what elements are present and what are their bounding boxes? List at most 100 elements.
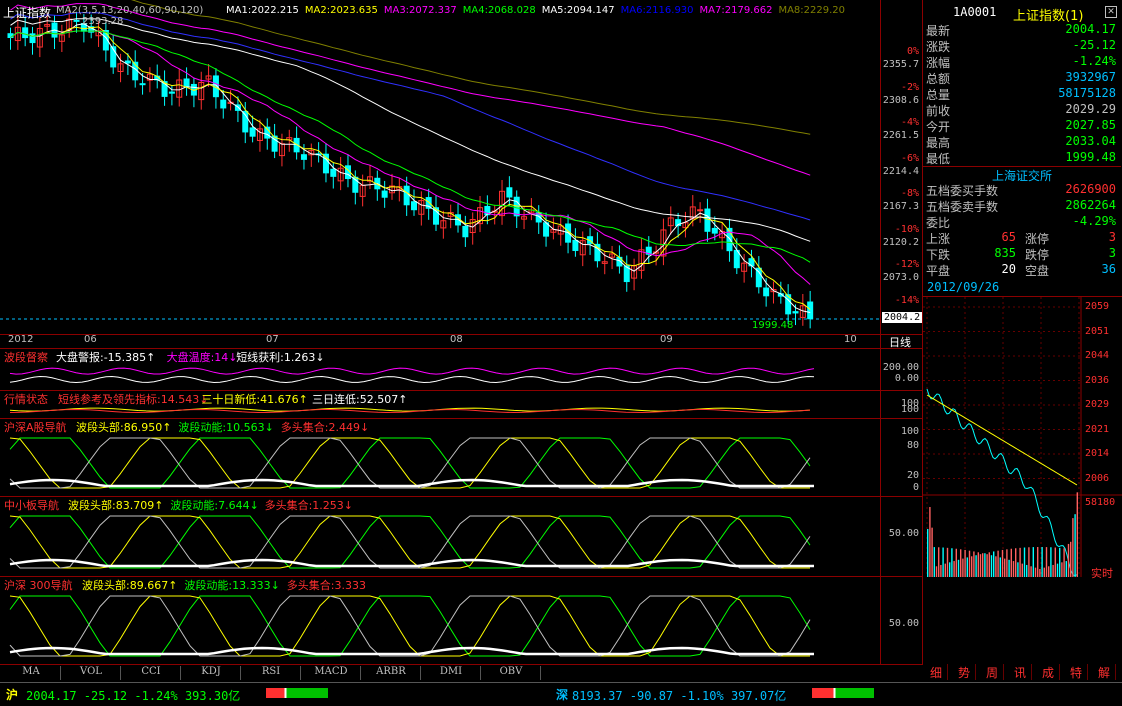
volume-bar (955, 548, 957, 577)
sh-market-label: 沪 (6, 688, 19, 702)
candle-body (462, 225, 469, 238)
indicator-panel[interactable]: 沪深 300导航 波段头部:89.667↑ 波段动能:13.333↓ 多头集合:3.3… (0, 576, 880, 665)
time-tick: 10 (844, 334, 857, 345)
quote-row: 总额 3932967 (923, 70, 1120, 86)
candle-body (300, 154, 307, 160)
quote-header: 1A0001 上证指数(1) ✕ (923, 4, 1121, 24)
quote-key: 涨跌 (926, 40, 951, 54)
volume-bar (971, 556, 973, 577)
candle-body (381, 190, 388, 198)
tab-rsi[interactable]: RSI (242, 666, 301, 680)
tab-vol[interactable]: VOL (62, 666, 121, 680)
right-tab[interactable]: 特 (1065, 664, 1088, 680)
volume-bar (982, 553, 984, 577)
indicator-panel[interactable]: 行情状态 短线参考及领先指标:14.543↓ 三十日新低:41.676↑ 三日连低:5… (0, 390, 880, 419)
main-price-axis: 0% -2% -4% -6% -8% -10% -12% -14% 2355.7 2308.6 2… (880, 0, 923, 335)
indicator-panel[interactable]: 中小板导航 波段头部:83.709↑ 波段动能:7.644↓ 多头集合:1.253↓ (0, 496, 880, 577)
time-tick: 09 (660, 334, 673, 345)
volume-bar (929, 507, 931, 577)
price-tick: 2167.3 (882, 201, 919, 212)
depth-key: 五档委卖手数 (926, 200, 999, 214)
volume-bar (962, 558, 964, 577)
indicator-panel[interactable]: 沪深A股导航 波段头部:86.950↑ 波段动能:10.563↓ 多头集合:2.449… (0, 418, 880, 497)
intraday-tick: 2021 (1085, 423, 1110, 435)
low-price-label: 1999.48 (752, 320, 794, 331)
avg-price-line (926, 394, 1078, 486)
volume-bar (960, 549, 962, 577)
right-tab[interactable]: 讯 (1009, 664, 1032, 680)
right-tab[interactable]: 解 (1093, 664, 1116, 680)
quote-key: 涨幅 (926, 56, 951, 70)
main-chart[interactable]: 上证指数 MA2(3,5,13,20,40,60,90,120) MA1:202… (0, 0, 880, 335)
candle-body (124, 60, 131, 64)
volume-bar (951, 548, 953, 577)
indicator-panel[interactable]: 波段督察 大盘警报:-15.385↑ 大盘温度:14↓ 短线获利:1.263↓ (0, 348, 880, 391)
tab-arbr[interactable]: ARBR (362, 666, 421, 680)
candle-body (168, 91, 175, 94)
intraday-tick: 2044 (1085, 350, 1110, 361)
depth-row: 五档委买手数 2626900 (923, 182, 1120, 198)
intraday-tick: 2006 (1085, 472, 1110, 484)
status-bar: 沪 2004.17 -25.12 -1.24% 393.30亿 深 8193.3… (0, 682, 1122, 706)
tab-macd[interactable]: MACD (302, 666, 361, 680)
candle-body (249, 127, 256, 137)
volume-bar (995, 556, 997, 577)
right-tab[interactable]: 成 (1037, 664, 1060, 680)
volume-bar (1028, 547, 1030, 577)
tab-obv[interactable]: OBV (482, 666, 541, 680)
volume-bar (1063, 548, 1065, 577)
intraday-tick: 2014 (1085, 448, 1110, 459)
tab-ma[interactable]: MA (2, 666, 61, 680)
pct-tick: -14% (894, 294, 919, 306)
tab-cci[interactable]: CCI (122, 666, 181, 680)
breadth-value: 65 (1001, 230, 1016, 244)
volume-bar (1026, 564, 1028, 577)
quote-value: 2033.04 (1065, 134, 1116, 148)
volume-bar (949, 562, 951, 577)
volume-bar (979, 554, 982, 577)
quote-value: 1999.48 (1065, 150, 1116, 164)
indicator-tick: 20 (906, 470, 919, 481)
price-tick: 2073.0 (882, 272, 919, 283)
candle-body (711, 227, 718, 234)
volume-bar (1052, 564, 1054, 577)
right-tab[interactable]: 周 (981, 664, 1004, 680)
right-tab[interactable]: 势 (953, 664, 976, 680)
tab-dmi[interactable]: DMI (422, 666, 481, 680)
depth-row: 五档委卖手数 2862264 (923, 198, 1120, 214)
volume-bar (968, 550, 971, 577)
right-tab[interactable]: 细 (925, 664, 948, 680)
volume-bar (1006, 549, 1008, 577)
indicator-tick: 50.00 (888, 528, 919, 539)
ma-value: MA3:2072.337 (383, 5, 457, 16)
indicator-plot (9, 437, 814, 489)
volume-bar (966, 557, 968, 577)
close-icon[interactable]: ✕ (1105, 6, 1117, 18)
volume-bar (1059, 547, 1061, 577)
candlestick-chart[interactable] (0, 0, 880, 334)
last-price-tag: 2004.2 (882, 312, 923, 323)
breadth-value: 20 (1001, 262, 1016, 276)
indicator-tick: 50.00 (888, 618, 919, 629)
indicator-plot (9, 595, 814, 657)
period-box[interactable]: 日线 (880, 334, 922, 349)
price-tick: 2355.7 (882, 59, 919, 70)
pct-tick: -6% (900, 152, 919, 164)
price-tick: 2308.6 (882, 94, 919, 106)
candle-body (22, 27, 29, 39)
price-tick: 2261.5 (882, 130, 919, 141)
ma-values-row: MA1:2022.215 MA2:2023.635 MA3:2072.337 MA4:… (226, 5, 851, 16)
volume-bar (1015, 548, 1017, 577)
volume-bar (938, 547, 940, 577)
tab-kdj[interactable]: KDJ (182, 666, 241, 680)
depth-value: 2626900 (1065, 182, 1116, 196)
indicator-plot (9, 407, 811, 414)
intraday-panel[interactable]: 2059 2051 2044 2036 2029 2021 2014 2006 58180 实… (922, 296, 1122, 665)
candle-body (792, 311, 799, 314)
volume-bar (1067, 543, 1070, 577)
volume-bar (1008, 559, 1010, 577)
ma-params: MA2(3,5,13,20,40,60,90,120) (56, 5, 204, 16)
indicator-tick: 0 (912, 482, 919, 493)
volume-bar (997, 550, 999, 577)
volume-bar (988, 552, 990, 577)
